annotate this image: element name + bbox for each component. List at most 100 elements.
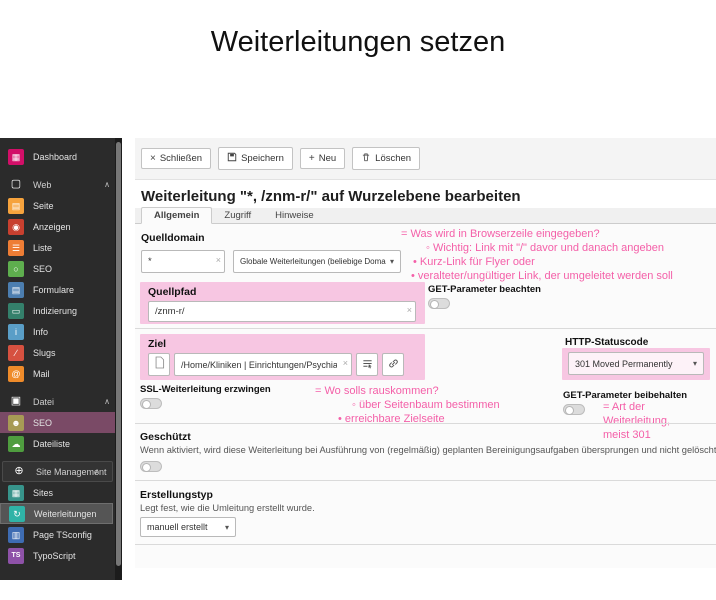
quellpfad-input[interactable] — [148, 301, 416, 322]
section-divider — [135, 423, 716, 424]
get-beachten-label: GET-Parameter beachten — [428, 284, 541, 295]
dateiliste-icon: ☁ — [8, 435, 24, 452]
anzeigen-icon: ◉ — [8, 218, 24, 235]
quelldomain-label: Quelldomain — [141, 232, 205, 244]
ssl-toggle[interactable] — [140, 398, 162, 409]
quellpfad-label: Quellpfad — [148, 286, 197, 298]
page-record-button[interactable] — [148, 353, 170, 376]
sidebar-item-label: Datei — [33, 396, 55, 407]
erstellungstyp-select[interactable]: manuell erstellt ▾ — [140, 517, 236, 537]
tab-zugriff[interactable]: Zugriff — [212, 208, 263, 223]
record-browser-button[interactable] — [356, 353, 378, 376]
sidebar-item-typoscript[interactable]: TS TypoScript — [0, 545, 122, 566]
tab-hinweise[interactable]: Hinweise — [263, 208, 326, 223]
http-statuscode-value: 301 Moved Permanently — [575, 358, 673, 369]
sidebar-item-web[interactable]: ▢ Web ∧ — [0, 174, 122, 195]
sidebar-item-weiterleitungen[interactable]: ↻ Weiterleitungen — [0, 503, 113, 524]
sidebar-item-label: Info — [33, 326, 49, 337]
link-browser-button[interactable] — [382, 353, 404, 376]
erstellungstyp-value: manuell erstellt — [147, 522, 208, 532]
ziel-input[interactable] — [174, 353, 352, 376]
quelldomain-select[interactable]: Globale Weiterleitungen (beliebige Domai… — [233, 250, 401, 273]
clear-icon[interactable]: × — [343, 358, 348, 368]
dashboard-icon: ▦ — [8, 148, 24, 165]
quelldomain-select-value: Globale Weiterleitungen (beliebige Domai… — [240, 257, 386, 266]
sidebar-scrollbar-thumb[interactable] — [116, 142, 121, 566]
sidebar-item-label: SEO — [33, 263, 53, 274]
http-statuscode-select[interactable]: 301 Moved Permanently ▾ — [568, 352, 704, 375]
get-beibehalten-toggle[interactable] — [563, 404, 585, 415]
sidebar-item-seo[interactable]: ○ SEO — [0, 258, 122, 279]
chevron-up-icon: ∧ — [104, 180, 110, 189]
page-tsconfig-icon: ▥ — [8, 526, 24, 543]
seite-icon: ▤ — [8, 197, 24, 214]
sidebar-item-label: Indizierung — [33, 305, 78, 316]
geschuetzt-label: Geschützt — [140, 431, 191, 443]
sidebar-item-site-management[interactable]: ⊕ Site Management ∧ — [2, 461, 113, 482]
sidebar-scrollbar[interactable] — [115, 138, 122, 580]
sidebar: ▦ Dashboard ▢ Web ∧ ▤ Seite ◉ Anzeigen ☰ Liste ○ SEO… — [0, 138, 122, 580]
sidebar-item-label: Weiterleitungen — [34, 508, 97, 519]
formulare-icon: ▤ — [8, 281, 24, 298]
chevron-up-icon: ∧ — [94, 467, 100, 476]
tab-allgemein[interactable]: Allgemein — [141, 207, 213, 224]
sidebar-item-indizierung[interactable]: ▭ Indizierung — [0, 300, 122, 321]
quelldomain-input[interactable] — [141, 250, 225, 273]
sidebar-item-label: SEO — [33, 417, 53, 428]
slugs-icon: ∕ — [8, 344, 24, 361]
chevron-down-icon: ▾ — [692, 359, 697, 368]
clear-icon[interactable]: × — [216, 255, 221, 265]
http-statuscode-highlight: 301 Moved Permanently ▾ — [562, 348, 710, 380]
sidebar-item-info[interactable]: i Info — [0, 321, 122, 342]
liste-icon: ☰ — [8, 239, 24, 256]
record-browser-icon — [362, 356, 373, 374]
sidebar-item-seite[interactable]: ▤ Seite — [0, 195, 122, 216]
sidebar-item-mail[interactable]: @ Mail — [0, 363, 122, 384]
form-content: Quelldomain × Globale Weiterleitungen (b… — [135, 224, 716, 568]
sidebar-items: ▦ Dashboard ▢ Web ∧ ▤ Seite ◉ Anzeigen ☰ Liste ○ SEO… — [0, 138, 122, 566]
clear-icon[interactable]: × — [407, 305, 412, 315]
web-icon: ▢ — [10, 177, 22, 190]
sidebar-item-anzeigen[interactable]: ◉ Anzeigen — [0, 216, 122, 237]
site-management-icon: ⊕ — [14, 464, 24, 477]
sidebar-item-slugs[interactable]: ∕ Slugs — [0, 342, 122, 363]
annotation-target-1: = Wo solls rauskommen? — [315, 385, 439, 397]
sidebar-item-sites[interactable]: ▦ Sites — [0, 482, 122, 503]
info-icon: i — [8, 323, 24, 340]
redirect-editor: × Schließen Speichern + Neu Löschen Weit… — [135, 138, 716, 568]
chevron-down-icon: ▾ — [224, 522, 229, 532]
sidebar-item-datei-seo[interactable]: ☻ SEO — [0, 412, 122, 433]
http-statuscode-label: HTTP-Statuscode — [565, 337, 649, 348]
sidebar-item-label: Page TSconfig — [33, 529, 92, 540]
sidebar-item-label: Dashboard — [33, 151, 78, 162]
field-quellpfad-highlight: Quellpfad × — [140, 282, 425, 324]
annotation-status: = Art der Weiterleitung, meist 301 — [603, 401, 671, 441]
sidebar-item-label: Formulare — [33, 284, 75, 295]
field-quelldomain: Quelldomain × Globale Weiterleitungen (b… — [141, 232, 401, 273]
geschuetzt-toggle[interactable] — [140, 461, 162, 472]
sidebar-item-label: Liste — [33, 242, 53, 253]
annotation-source-4: • veralteter/ungültiger Link, der umgele… — [411, 270, 673, 282]
sidebar-item-label: Web — [33, 179, 52, 190]
sidebar-item-label: Sites — [33, 487, 54, 498]
sidebar-item-page-tsconfig[interactable]: ▥ Page TSconfig — [0, 524, 122, 545]
erstellungstyp-description: Legt fest, wie die Umleitung erstellt wu… — [140, 503, 315, 513]
sites-icon: ▦ — [8, 484, 24, 501]
delete-button[interactable]: Löschen — [352, 147, 421, 170]
sidebar-item-formulare[interactable]: ▤ Formulare — [0, 279, 122, 300]
new-button[interactable]: + Neu — [299, 148, 346, 169]
weiterleitungen-icon: ↻ — [9, 505, 25, 522]
doc-toolbar: × Schließen Speichern + Neu Löschen — [135, 138, 716, 180]
mail-icon: @ — [8, 365, 24, 382]
close-button-label: Schließen — [159, 153, 203, 164]
sidebar-item-liste[interactable]: ☰ Liste — [0, 237, 122, 258]
sidebar-item-datei[interactable]: ▣ Datei ∧ — [0, 391, 122, 412]
save-button[interactable]: Speichern — [218, 147, 293, 170]
sidebar-item-dateiliste[interactable]: ☁ Dateiliste — [0, 433, 122, 454]
close-button[interactable]: × Schließen — [141, 148, 212, 169]
annotation-source-2: ◦ Wichtig: Link mit "/" davor und danach… — [426, 242, 664, 254]
sidebar-item-dashboard[interactable]: ▦ Dashboard — [0, 146, 122, 167]
get-beachten-toggle[interactable] — [428, 298, 450, 309]
typoscript-icon: TS — [8, 547, 24, 564]
geschuetzt-description: Wenn aktiviert, wird diese Weiterleitung… — [140, 445, 716, 455]
